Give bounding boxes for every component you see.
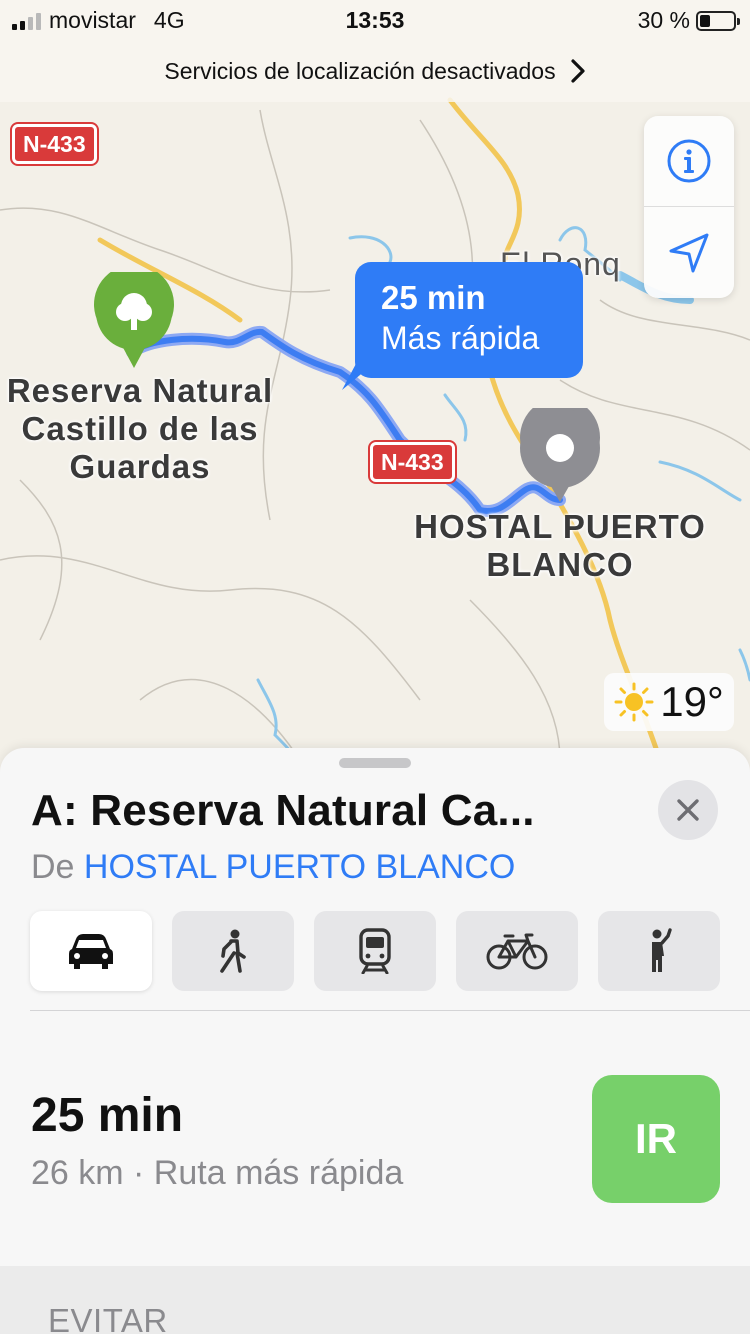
- destination-pin-icon[interactable]: [518, 408, 602, 504]
- location-services-text: Servicios de localización desactivados: [164, 57, 556, 84]
- battery-icon: [696, 10, 740, 31]
- location-services-banner[interactable]: Servicios de localización desactivados: [0, 40, 750, 102]
- route-bubble-label: Más rápida: [381, 320, 540, 356]
- origin-link[interactable]: HOSTAL PUERTO BLANCO: [84, 848, 515, 886]
- battery-percent: 30 %: [637, 7, 690, 33]
- close-button[interactable]: [658, 780, 718, 840]
- mode-cycle-button[interactable]: [456, 911, 578, 991]
- origin-label[interactable]: Reserva Natural Castillo de las Guardas: [0, 372, 290, 486]
- mode-walk-button[interactable]: [172, 911, 294, 991]
- car-icon: [69, 934, 113, 969]
- destination-label-line: BLANCO: [486, 546, 634, 583]
- info-icon: [667, 139, 711, 183]
- avoid-label: EVITAR: [48, 1302, 168, 1334]
- status-bar: movistar 4G 13:53 30 %: [0, 0, 750, 40]
- map-controls: [644, 116, 734, 298]
- sun-icon: [614, 682, 654, 722]
- origin-prefix: De: [31, 848, 75, 886]
- destination-title: A: Reserva Natural Ca...: [31, 786, 535, 835]
- weather-temperature: 19°: [660, 678, 724, 725]
- road-shield-n433: N-433: [370, 442, 455, 482]
- mode-transit-button[interactable]: [314, 911, 436, 991]
- origin-label-line: Castillo de las: [21, 410, 259, 447]
- origin-line: De HOSTAL PUERTO BLANCO: [31, 848, 515, 887]
- walk-icon: [220, 929, 246, 973]
- section-divider: [30, 1010, 750, 1011]
- origin-label-line: Reserva Natural: [6, 372, 274, 409]
- sheet-grabber[interactable]: [339, 758, 411, 768]
- mode-ride-button[interactable]: [598, 911, 720, 991]
- info-button[interactable]: [644, 116, 734, 206]
- locate-button[interactable]: [644, 208, 734, 298]
- ride-hail-icon: [652, 928, 672, 972]
- route-duration: 25 min: [31, 1089, 184, 1142]
- road-shield-n433: N-433: [12, 124, 97, 164]
- route-bubble[interactable]: 25 min Más rápida: [355, 262, 583, 378]
- avoid-section[interactable]: EVITAR: [0, 1266, 750, 1334]
- route-detail: 26 km · Ruta más rápida: [31, 1154, 404, 1192]
- directions-sheet: A: Reserva Natural Ca... De HOSTAL PUERT…: [0, 748, 750, 1334]
- location-arrow-icon: [669, 233, 709, 273]
- mode-car-button[interactable]: [30, 911, 152, 991]
- destination-label-line: HOSTAL PUERTO: [414, 508, 706, 545]
- go-button[interactable]: IR: [592, 1075, 720, 1203]
- map-view[interactable]: N-433 N-433 El Ronq Reserva Natural Cast…: [0, 0, 750, 760]
- battery-info: 30 %: [637, 7, 740, 34]
- park-pin-icon[interactable]: [92, 272, 176, 372]
- origin-label-line: Guardas: [69, 448, 211, 485]
- close-icon: [677, 799, 699, 821]
- transport-mode-selector: [30, 911, 720, 991]
- weather-badge: 19°: [604, 673, 734, 731]
- bicycle-icon: [486, 933, 548, 970]
- controls-divider: [644, 206, 734, 207]
- route-bubble-time: 25 min: [381, 279, 486, 316]
- chevron-right-icon: [570, 59, 585, 83]
- train-icon: [359, 928, 391, 974]
- destination-label[interactable]: HOSTAL PUERTO BLANCO: [400, 508, 720, 584]
